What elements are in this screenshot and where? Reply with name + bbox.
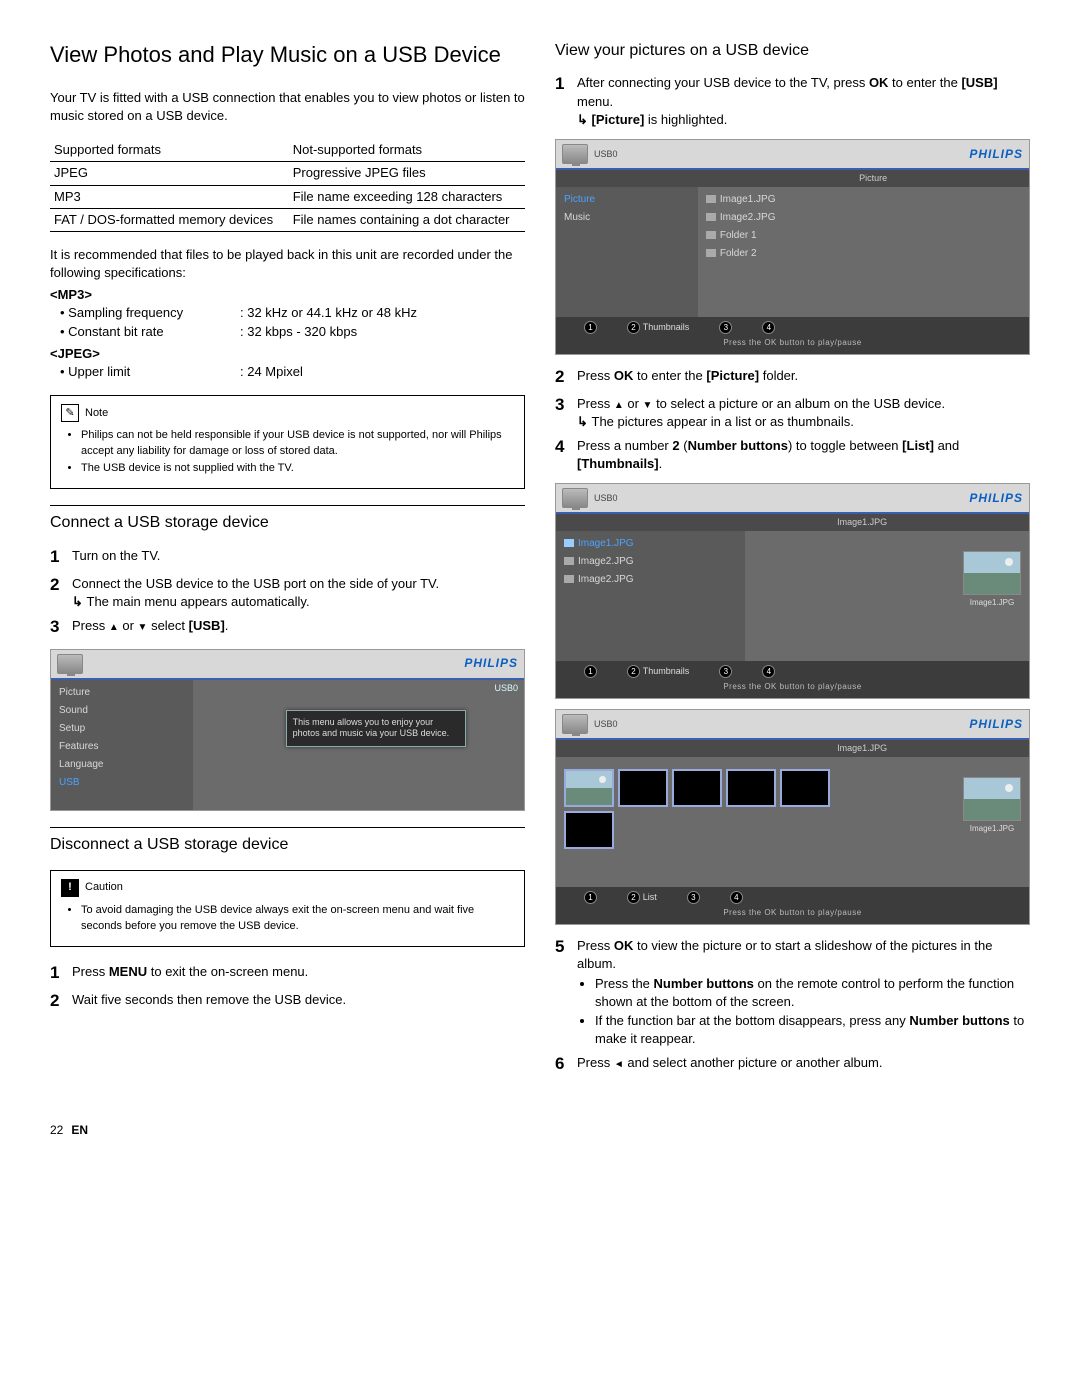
mp3-spec-row: Sampling frequency: 32 kHz or 44.1 kHz o… (60, 304, 525, 322)
thumbnail[interactable] (672, 769, 722, 807)
connect-step: Turn on the TV. (72, 545, 525, 565)
folder-icon (706, 249, 716, 257)
page-title: View Photos and Play Music on a USB Devi… (50, 40, 525, 71)
spec-note: It is recommended that files to be playe… (50, 246, 525, 282)
down-arrow-icon (138, 618, 148, 633)
footer-button-icon: 1 (584, 321, 597, 334)
footer-hint: Press the OK button to play/pause (564, 681, 1021, 692)
tv-file-item[interactable]: Image1.JPG (698, 191, 1029, 209)
image-icon (564, 557, 574, 565)
usb-label: USB0 (494, 682, 518, 695)
caution-item: To avoid damaging the USB device always … (81, 903, 514, 934)
connect-heading: Connect a USB storage device (50, 505, 525, 534)
up-arrow-icon (614, 396, 624, 411)
footer-button-icon: 3 (687, 891, 700, 904)
image-icon (706, 195, 716, 203)
footer-hint: Press the OK button to play/pause (564, 907, 1021, 918)
connect-step: Connect the USB device to the USB port o… (72, 573, 525, 611)
tv-menu-thumbnails: USB0PHILIPS Image1.JPG Image1.JPG (555, 709, 1030, 925)
footer-button-icon: 2 (627, 321, 640, 334)
view-step: Press or to select a picture or an album… (577, 393, 1030, 431)
up-arrow-icon (109, 618, 119, 633)
view-step: Press OK to view the picture or to start… (577, 935, 1030, 1048)
note-item: Philips can not be held responsible if y… (81, 428, 514, 459)
image-icon (706, 213, 716, 221)
tv-menu-item[interactable]: Music (556, 209, 698, 227)
connect-step: Press or select USB. (72, 615, 525, 635)
jpeg-spec-row: Upper limit: 24 Mpixel (60, 363, 525, 381)
tv-folder-item[interactable]: Folder 1 (698, 227, 1029, 245)
note-box: ✎ Note Philips can not be held responsibl… (50, 395, 525, 489)
view-step: Press and select another picture or anot… (577, 1052, 1030, 1072)
mp3-spec-row: Constant bit rate: 32 kbps - 320 kbps (60, 323, 525, 341)
image-icon (564, 575, 574, 583)
thumbnail-selected[interactable] (564, 769, 614, 807)
brand-logo: PHILIPS (464, 655, 518, 672)
down-arrow-icon (643, 396, 653, 411)
footer-button-icon: 4 (730, 891, 743, 904)
tv-menu-list: USB0PHILIPS Image1.JPG Image1.JPG Image2… (555, 483, 1030, 699)
tv-menu-item-selected[interactable]: Picture (556, 191, 698, 209)
footer-button-icon: 2 (627, 665, 640, 678)
tv-menu-item[interactable]: Sound (51, 702, 193, 720)
formats-table: Supported formatsNot-supported formats J… (50, 139, 525, 232)
view-step: Press a number 2 (Number buttons) to tog… (577, 435, 1030, 473)
tv-file-item[interactable]: Image2.JPG (556, 553, 745, 571)
view-step: After connecting your USB device to the … (577, 72, 1030, 129)
mp3-label: <MP3> (50, 286, 525, 304)
thumbnail[interactable] (726, 769, 776, 807)
left-arrow-icon (614, 1055, 624, 1070)
tv-menu-item[interactable]: Picture (51, 684, 193, 702)
footer-hint: Press the OK button to play/pause (564, 337, 1021, 348)
tv-menu-picture: USB0PHILIPS Picture Picture Music Image1… (555, 139, 1030, 355)
brand-logo: PHILIPS (969, 490, 1023, 507)
tv-menu-item[interactable]: Language (51, 756, 193, 774)
page-footer: 22EN (50, 1122, 1030, 1139)
view-step: Press OK to enter the Picture folder. (577, 365, 1030, 385)
thumbnail[interactable] (564, 811, 614, 849)
image-preview: Image1.JPG (963, 777, 1021, 834)
footer-button-icon: 1 (584, 665, 597, 678)
camera-icon (564, 539, 574, 547)
disconnect-step: Press MENU to exit the on-screen menu. (72, 961, 525, 981)
tv-folder-item[interactable]: Folder 2 (698, 245, 1029, 263)
tv-file-item[interactable]: Image2.JPG (556, 571, 745, 589)
view-heading: View your pictures on a USB device (555, 40, 1030, 62)
folder-icon (706, 231, 716, 239)
tv-menu-item-selected[interactable]: USB (51, 774, 193, 792)
tv-icon (562, 144, 588, 164)
thumbnail[interactable] (780, 769, 830, 807)
disconnect-heading: Disconnect a USB storage device (50, 827, 525, 856)
tv-icon (562, 714, 588, 734)
footer-button-icon: 3 (719, 321, 732, 334)
tv-file-item[interactable]: Image2.JPG (698, 209, 1029, 227)
caution-box: ! Caution To avoid damaging the USB devic… (50, 870, 525, 947)
footer-button-icon: 1 (584, 891, 597, 904)
note-item: The USB device is not supplied with the … (81, 461, 514, 476)
footer-button-icon: 2 (627, 891, 640, 904)
footer-button-icon: 4 (762, 665, 775, 678)
tv-file-item-selected[interactable]: Image1.JPG (556, 535, 745, 553)
intro-text: Your TV is fitted with a USB connection … (50, 89, 525, 125)
footer-button-icon: 4 (762, 321, 775, 334)
thumbnail[interactable] (618, 769, 668, 807)
note-icon: ✎ (61, 404, 79, 422)
tv-menu-item[interactable]: Setup (51, 720, 193, 738)
note-title: Note (85, 406, 108, 421)
caution-title: Caution (85, 880, 123, 895)
disconnect-step: Wait five seconds then remove the USB de… (72, 989, 525, 1009)
tv-icon (57, 654, 83, 674)
brand-logo: PHILIPS (969, 146, 1023, 163)
tv-menu-main: PHILIPS Picture Sound Setup Features Lan… (50, 649, 525, 811)
tv-menu-item[interactable]: Features (51, 738, 193, 756)
tv-icon (562, 488, 588, 508)
footer-button-icon: 3 (719, 665, 732, 678)
caution-icon: ! (61, 879, 79, 897)
brand-logo: PHILIPS (969, 716, 1023, 733)
image-preview: Image1.JPG (963, 551, 1021, 608)
jpeg-label: <JPEG> (50, 345, 525, 363)
tv-tooltip: This menu allows you to enjoy your photo… (286, 710, 466, 747)
